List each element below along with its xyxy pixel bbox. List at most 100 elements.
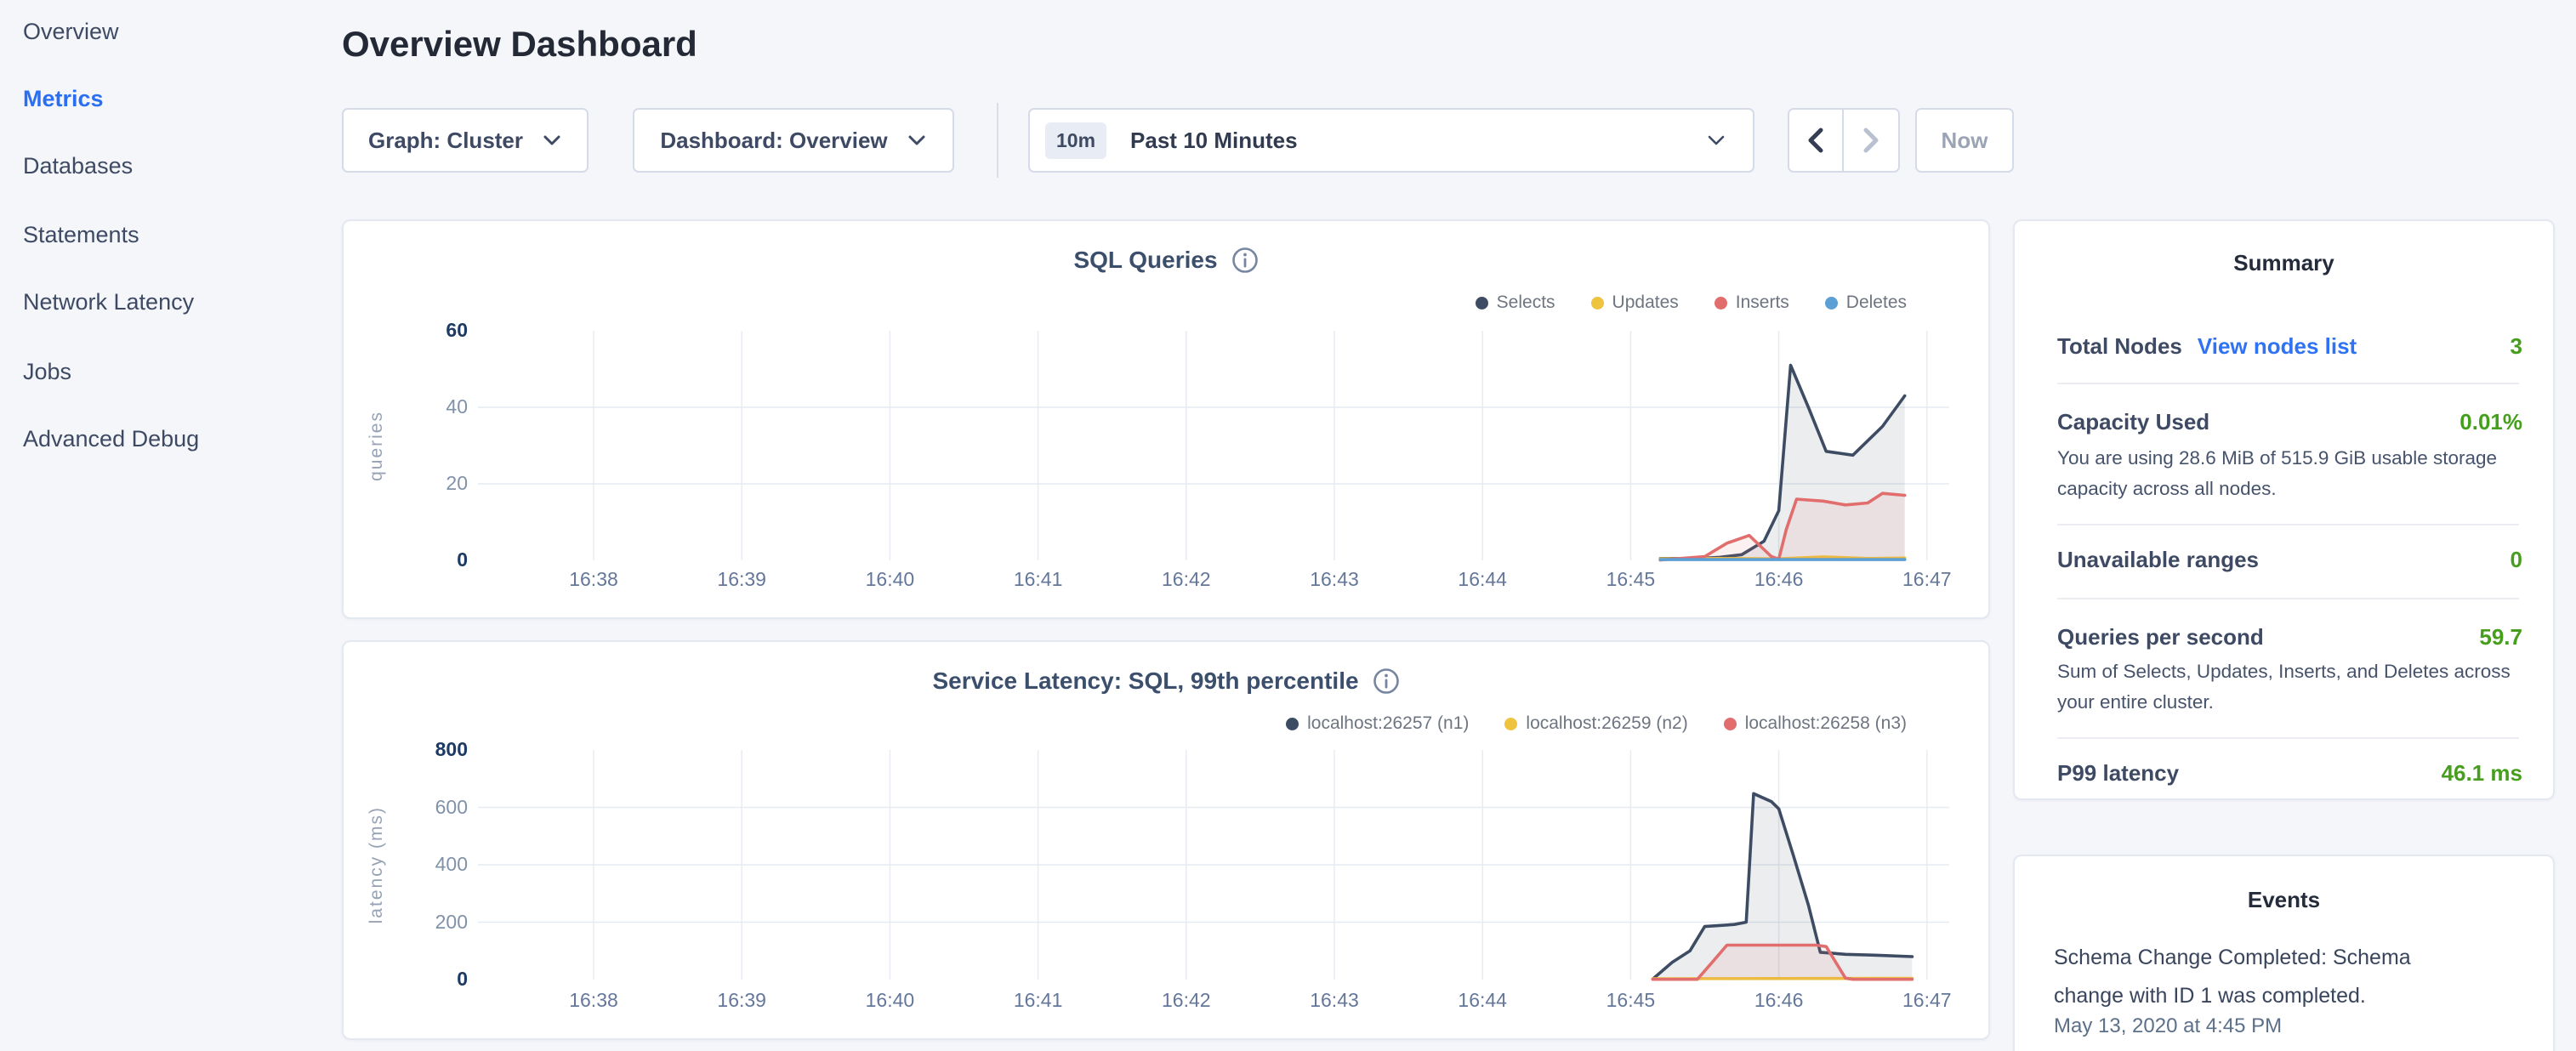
chevron-down-icon [1705,133,1727,148]
chevron-down-icon [542,134,562,147]
x-tick-label: 16:46 [1741,989,1817,1012]
info-icon[interactable] [1231,247,1259,274]
legend-dot-icon [1714,297,1727,310]
y-tick-label: 40 [390,395,468,418]
legend-item[interactable]: Updates [1591,293,1679,313]
x-tick-label: 16:47 [1889,568,1965,591]
legend-dot-icon [1476,297,1488,310]
summary-desc-capacity-used: You are using 28.6 MiB of 515.9 GiB usab… [2057,443,2526,504]
summary-label-unavailable-ranges: Unavailable ranges [2057,547,2259,573]
time-range-label: Past 10 Minutes [1130,128,1298,154]
view-nodes-list-link[interactable]: View nodes list [2198,333,2357,359]
summary-divider [2057,598,2519,599]
chart-title: Service Latency: SQL, 99th percentile [932,668,1358,695]
x-tick-label: 16:41 [1000,989,1077,1012]
x-tick-label: 16:42 [1148,989,1225,1012]
summary-divider [2057,737,2519,739]
y-tick-label: 20 [390,472,468,495]
x-tick-label: 16:46 [1741,568,1817,591]
legend-dot-icon [1591,297,1604,310]
legend-label: Deletes [1846,293,1907,313]
chart-svg [478,748,1949,981]
summary-value-unavailable-ranges: 0 [2511,547,2522,573]
time-range-dropdown[interactable]: 10m Past 10 Minutes [1028,108,1754,173]
summary-label-queries-per-second: Queries per second [2057,624,2264,650]
legend-dot-icon [1504,718,1517,730]
chart-plot-area [478,329,1949,562]
legend-item[interactable]: localhost:26258 (n3) [1724,713,1907,734]
chevron-down-icon [907,134,927,147]
x-tick-label: 16:43 [1296,989,1373,1012]
summary-heading: Summary [2015,250,2553,276]
y-tick-label: 0 [390,968,468,991]
page-title: Overview Dashboard [342,24,697,65]
x-tick-label: 16:44 [1444,568,1521,591]
x-tick-label: 16:43 [1296,568,1373,591]
legend-label: localhost:26257 (n1) [1307,713,1469,734]
chart-title: SQL Queries [1073,247,1217,274]
info-icon[interactable] [1373,668,1400,695]
sidebar-item-statements[interactable]: Statements [23,220,139,249]
legend-dot-icon [1825,297,1838,310]
graph-scope-dropdown[interactable]: Graph: Cluster [342,108,589,173]
chevron-right-icon [1859,126,1883,155]
next-time-button[interactable] [1844,110,1898,171]
dashboard-dropdown-label: Dashboard: Overview [660,128,887,154]
sql-queries-chart-card: SQL Queries Selects Updates Inserts Deletes… [342,219,1990,619]
x-tick-label: 16:47 [1889,989,1965,1012]
summary-divider [2057,524,2519,526]
summary-value-total-nodes: 3 [2511,333,2522,360]
y-tick-label: 0 [390,548,468,571]
chart-svg [478,329,1949,562]
service-latency-chart-card: Service Latency: SQL, 99th percentile lo… [342,640,1990,1040]
legend-item[interactable]: localhost:26257 (n1) [1286,713,1469,734]
sidebar: Overview Metrics Databases Statements Networ… [0,0,340,1051]
sidebar-item-overview[interactable]: Overview [23,17,119,46]
sidebar-item-metrics[interactable]: Metrics [23,84,104,113]
legend-item[interactable]: Deletes [1825,293,1907,313]
events-heading: Events [2015,887,2553,913]
x-tick-label: 16:38 [555,568,632,591]
sidebar-item-advanced-debug[interactable]: Advanced Debug [23,424,199,453]
summary-label-p99-latency: P99 latency [2057,760,2179,787]
summary-value-queries-per-second: 59.7 [2479,624,2522,650]
now-button[interactable]: Now [1915,108,2014,173]
x-tick-label: 16:39 [703,989,780,1012]
y-axis-label: latency (ms) [367,806,387,923]
x-tick-label: 16:45 [1592,989,1669,1012]
prev-time-button[interactable] [1789,110,1844,171]
chart-legend: Selects Updates Inserts Deletes [1476,293,1907,313]
sidebar-item-network-latency[interactable]: Network Latency [23,287,194,316]
summary-label-capacity-used: Capacity Used [2057,409,2209,435]
summary-value-capacity-used: 0.01% [2459,409,2522,435]
event-item-text[interactable]: Schema Change Completed: Schema change w… [2054,939,2454,1015]
chart-legend: localhost:26257 (n1) localhost:26259 (n2)… [1286,713,1907,734]
app-root: Overview Metrics Databases Statements Networ… [0,0,2576,1051]
graph-scope-dropdown-label: Graph: Cluster [368,128,523,154]
sidebar-item-databases[interactable]: Databases [23,151,133,180]
legend-label: Inserts [1736,293,1789,313]
events-panel: Events Schema Change Completed: Schema c… [2013,855,2555,1051]
x-tick-label: 16:42 [1148,568,1225,591]
time-range-badge: 10m [1045,122,1106,159]
legend-label: Updates [1612,293,1679,313]
y-tick-label: 600 [390,796,468,819]
time-step-buttons [1788,108,1900,173]
dashboard-dropdown[interactable]: Dashboard: Overview [633,108,954,173]
legend-dot-icon [1724,718,1737,730]
sidebar-item-jobs[interactable]: Jobs [23,357,71,386]
legend-item[interactable]: Selects [1476,293,1555,313]
y-tick-label: 400 [390,853,468,876]
legend-label: localhost:26258 (n3) [1745,713,1907,734]
x-tick-label: 16:40 [851,568,928,591]
summary-value-p99-latency: 46.1 ms [2442,760,2522,787]
legend-item[interactable]: localhost:26259 (n2) [1504,713,1687,734]
x-tick-label: 16:39 [703,568,780,591]
y-tick-label: 60 [390,319,468,342]
x-tick-label: 16:44 [1444,989,1521,1012]
legend-item[interactable]: Inserts [1714,293,1789,313]
legend-dot-icon [1286,718,1299,730]
controls-divider [997,103,998,178]
summary-desc-queries-per-second: Sum of Selects, Updates, Inserts, and De… [2057,656,2526,718]
legend-label: Selects [1497,293,1555,313]
